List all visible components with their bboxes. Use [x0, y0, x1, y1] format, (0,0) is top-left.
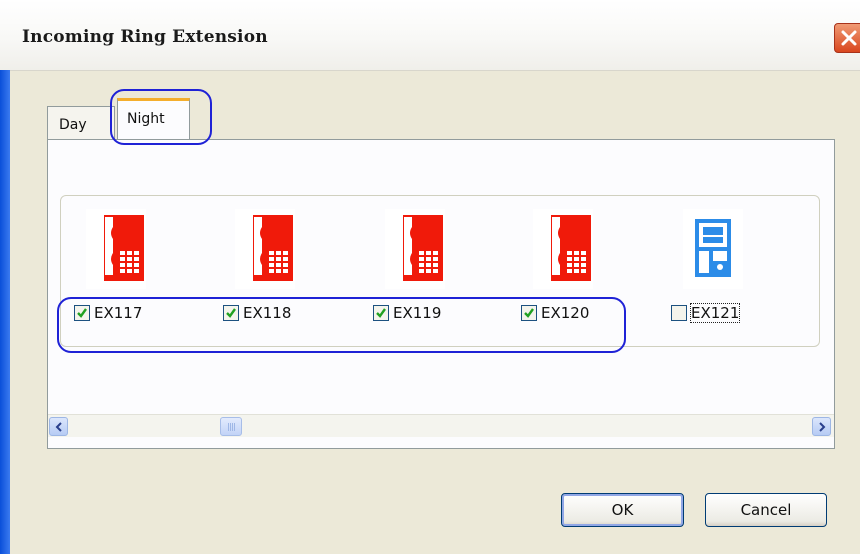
extension-label-ex119: EX119: [393, 304, 442, 322]
extension-checkbox-ex120[interactable]: [521, 305, 537, 321]
ok-button[interactable]: OK: [561, 493, 684, 527]
extension-item-ex121: EX121: [671, 209, 791, 323]
check-icon: [376, 308, 386, 318]
extension-checkbox-ex119[interactable]: [373, 305, 389, 321]
desk-phone-icon: [533, 209, 593, 289]
extension-label-ex117: EX117: [94, 304, 143, 322]
extension-item-ex120: EX120: [521, 209, 641, 322]
extension-label-ex120: EX120: [541, 304, 590, 322]
horizontal-scrollbar[interactable]: [48, 414, 834, 437]
desk-phone-icon: [385, 209, 445, 289]
tab-panel: EX117 EX118 EX119 EX120 EX121: [47, 139, 835, 449]
check-icon: [77, 308, 87, 318]
check-icon: [524, 308, 534, 318]
tab-night[interactable]: Night: [117, 98, 190, 140]
extension-label-ex121: EX121: [689, 303, 741, 323]
grip-icon: [228, 423, 236, 431]
window-title: Incoming Ring Extension: [22, 27, 268, 47]
extension-item-ex119: EX119: [373, 209, 493, 322]
title-bar: Incoming Ring Extension: [0, 0, 860, 71]
cancel-button[interactable]: Cancel: [705, 493, 827, 527]
tab-day[interactable]: Day: [47, 106, 115, 140]
extension-item-ex117: EX117: [74, 209, 194, 322]
extension-checkbox-ex121[interactable]: [671, 305, 687, 321]
scroll-left-button[interactable]: [49, 417, 68, 436]
close-icon: [841, 30, 857, 46]
extension-checkbox-ex117[interactable]: [74, 305, 90, 321]
extension-label-ex118: EX118: [243, 304, 292, 322]
extension-group: EX117 EX118 EX119 EX120 EX121: [60, 195, 820, 347]
chevron-right-icon: [819, 422, 826, 432]
extension-item-ex118: EX118: [223, 209, 343, 322]
chevron-left-icon: [55, 422, 62, 432]
tab-day-label: Day: [59, 117, 87, 133]
extension-checkbox-ex118[interactable]: [223, 305, 239, 321]
desk-phone-icon: [86, 209, 146, 289]
close-button[interactable]: [834, 23, 860, 53]
window-frame-edge: [0, 70, 10, 554]
desk-phone-icon: [235, 209, 295, 289]
scroll-right-button[interactable]: [812, 417, 831, 436]
check-icon: [226, 308, 236, 318]
scroll-thumb[interactable]: [220, 417, 242, 436]
tab-night-label: Night: [127, 111, 165, 127]
door-phone-icon: [683, 209, 743, 289]
dialog-window: Incoming Ring Extension Day Night EX117 …: [0, 0, 860, 554]
